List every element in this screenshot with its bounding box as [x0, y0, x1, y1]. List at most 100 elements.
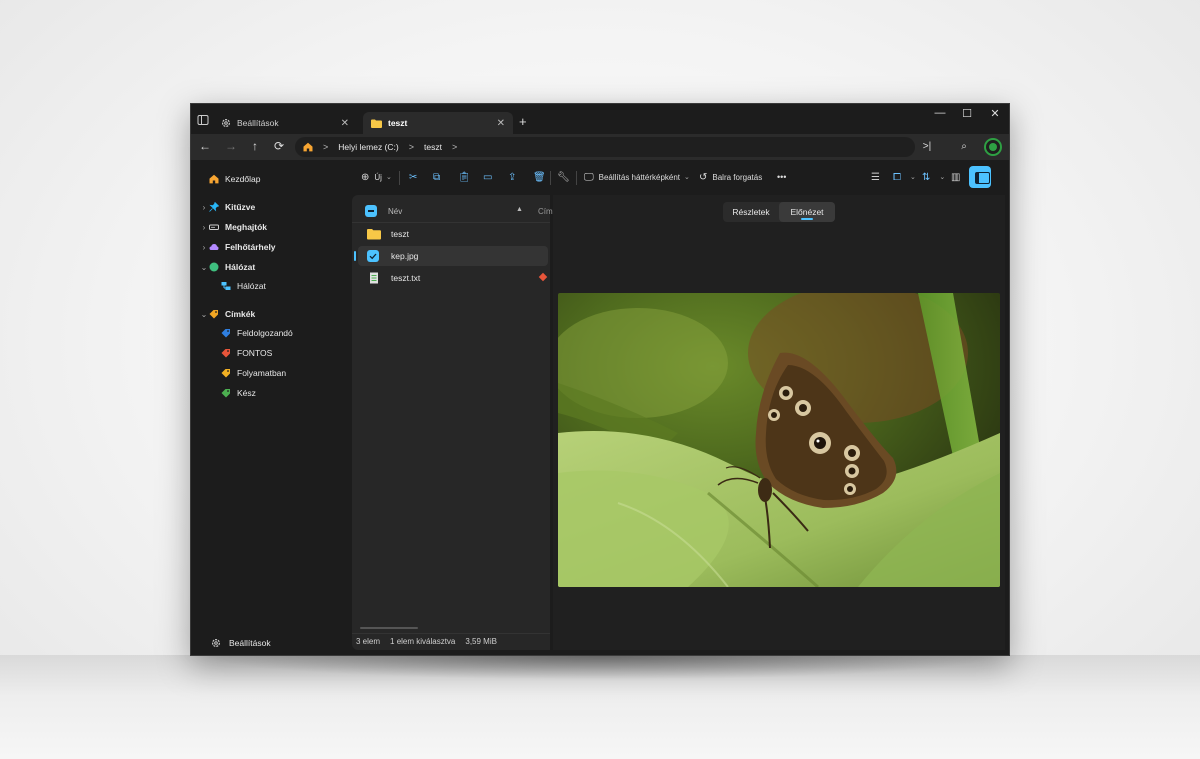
close-icon[interactable]: ✕ [497, 118, 505, 129]
preview-pane: Részletek Előnézet [553, 195, 1005, 650]
cut-button[interactable]: ✂ [409, 169, 422, 185]
chevron-down-icon[interactable]: ⌄ [199, 310, 209, 319]
group-button[interactable]: ⧠ ⌄ [893, 169, 916, 185]
chevron-right-icon[interactable]: › [199, 203, 209, 212]
new-tab-button[interactable]: + [519, 114, 527, 129]
file-row[interactable]: teszt [358, 224, 548, 244]
tab-details[interactable]: Részletek [723, 202, 779, 222]
preview-segmented-control: Részletek Előnézet [723, 202, 835, 222]
selection-indicator [354, 251, 356, 261]
set-wallpaper-button[interactable]: 🖵︎ Beállítás háttérképként ⌄ [584, 169, 690, 185]
chevron-right-icon[interactable]: › [199, 243, 209, 252]
rotate-left-icon: ↺ [699, 171, 708, 183]
sidebar-item-tag-in-progress[interactable]: Folyamatban [221, 364, 286, 382]
rename-icon: ▭ [483, 171, 493, 183]
status-selected: 1 elem kiválasztva [390, 637, 456, 646]
maximize-button[interactable]: ☐ [953, 107, 981, 120]
paste-icon: 📋︎ [458, 171, 471, 183]
rotate-left-button[interactable]: ↺ Balra forgatás [699, 169, 762, 185]
search-icon[interactable]: ⌕ [955, 138, 973, 156]
shelf-toggle-icon[interactable]: >| [918, 138, 936, 156]
sort-ascending-icon: ▲ [516, 206, 523, 213]
copy-button[interactable]: ⧉ [433, 169, 445, 185]
monitor-icon: 🖵︎ [584, 171, 594, 183]
sidebar-item-tags[interactable]: ⌄ Címkék [199, 305, 256, 323]
group-icon: ⧠ [893, 171, 901, 183]
back-button[interactable]: ← [197, 139, 213, 155]
tab-label: teszt [388, 118, 408, 128]
title-bar: Beállítások ✕ teszt ✕ + — ☐ ✕ [191, 104, 1009, 134]
refresh-button[interactable]: ⟳ [271, 139, 287, 155]
file-row[interactable]: teszt.txt [358, 268, 548, 288]
toolbar-divider [576, 171, 577, 185]
minimize-button[interactable]: — [926, 107, 954, 119]
properties-button[interactable]: 🔧︎ [557, 169, 575, 185]
sidebar-item-home[interactable]: Kezdőlap [209, 170, 260, 188]
tab-teszt[interactable]: teszt ✕ [363, 112, 513, 134]
chevron-right-icon: > [451, 142, 458, 152]
chevron-right-icon: > [408, 142, 414, 152]
text-file-icon [370, 272, 378, 284]
close-window-button[interactable]: ✕ [981, 107, 1009, 120]
sidebar-item-network[interactable]: ⌄ Hálózat [199, 258, 256, 276]
gear-icon [211, 638, 221, 648]
folder-icon [371, 119, 382, 128]
settings-button[interactable]: Beállítások [211, 638, 271, 648]
sidebar: Kezdőlap › Kitűzve › Meghajtók › Felhőtá… [191, 160, 351, 655]
column-tags-header[interactable]: Cím [538, 207, 553, 216]
chevron-down-icon[interactable]: ⌄ [199, 263, 209, 272]
add-circle-icon: ⊕ [361, 171, 370, 183]
rename-button[interactable]: ▭ [483, 169, 497, 185]
tab-settings[interactable]: Beállítások ✕ [213, 112, 357, 134]
network-icon [221, 282, 231, 290]
tag-indicator [538, 272, 548, 282]
breadcrumb-item[interactable]: Helyi lemez (C:) [338, 142, 398, 152]
tag-icon [221, 349, 230, 358]
file-checkbox-checked[interactable] [367, 250, 379, 262]
globe-icon [209, 262, 219, 272]
sidebar-item-tag-important[interactable]: FONTOS [221, 344, 272, 362]
sort-icon: ⇅ [922, 171, 931, 183]
share-button[interactable]: ⇪ [508, 169, 521, 185]
sidebar-item-tag-done[interactable]: Kész [221, 384, 256, 402]
tab-label: Beállítások [237, 118, 279, 128]
select-all-checkbox[interactable] [365, 205, 377, 217]
breadcrumb-item[interactable]: teszt [424, 142, 442, 152]
pin-icon [209, 202, 219, 212]
sidebar-item-network-child[interactable]: Hálózat [221, 277, 266, 295]
sidebar-item-cloud[interactable]: › Felhőtárhely [199, 238, 276, 256]
sidebar-item-drives[interactable]: › Meghajtók [199, 218, 267, 236]
file-row-selected[interactable]: kep.jpg [354, 246, 548, 266]
more-options-button[interactable]: ••• [777, 169, 786, 185]
tab-preview[interactable]: Előnézet [779, 202, 835, 222]
breadcrumb[interactable]: > Helyi lemez (C:) > teszt > [295, 137, 915, 157]
sort-button[interactable]: ⇅ ⌄ [922, 169, 945, 185]
scissors-icon: ✂ [409, 171, 418, 183]
new-button[interactable]: ⊕ Új ⌄ [361, 169, 392, 185]
tag-icon [221, 369, 230, 378]
column-name-header[interactable]: Név [388, 207, 402, 216]
tag-icon [209, 310, 218, 319]
preview-pane-toggle[interactable] [969, 166, 991, 188]
forward-button[interactable]: → [223, 139, 239, 155]
scrollbar[interactable] [360, 627, 418, 629]
chevron-right-icon[interactable]: › [199, 223, 209, 232]
settings-label: Beállítások [229, 638, 271, 648]
sidebar-item-pinned[interactable]: › Kitűzve [199, 198, 255, 216]
image-preview [558, 293, 1000, 587]
columns-icon: ▥ [951, 171, 961, 183]
status-bar: 3 elem 1 elem kiválasztva 3,59 MiB [352, 633, 550, 649]
avatar[interactable] [984, 138, 1002, 156]
filter-button[interactable]: ☰ [871, 169, 885, 185]
sidebar-item-tag-todo[interactable]: Feldolgozandó [221, 324, 293, 342]
trash-icon: 🗑︎ [533, 171, 546, 183]
close-icon[interactable]: ✕ [341, 118, 349, 129]
paste-button[interactable]: 📋︎ [458, 169, 476, 185]
chevron-down-icon: ⌄ [684, 174, 690, 181]
sidebar-toggle-icon[interactable] [197, 114, 209, 126]
home-icon[interactable] [303, 142, 313, 152]
delete-button[interactable]: 🗑︎ [533, 169, 551, 185]
filter-icon: ☰ [871, 171, 880, 183]
up-button[interactable]: ↑ [247, 139, 263, 155]
toolbar: ⊕ Új ⌄ ✂ ⧉ 📋︎ ▭ ⇪ 🗑︎ 🔧︎ 🖵︎ Beállítás hát… [351, 160, 1009, 194]
